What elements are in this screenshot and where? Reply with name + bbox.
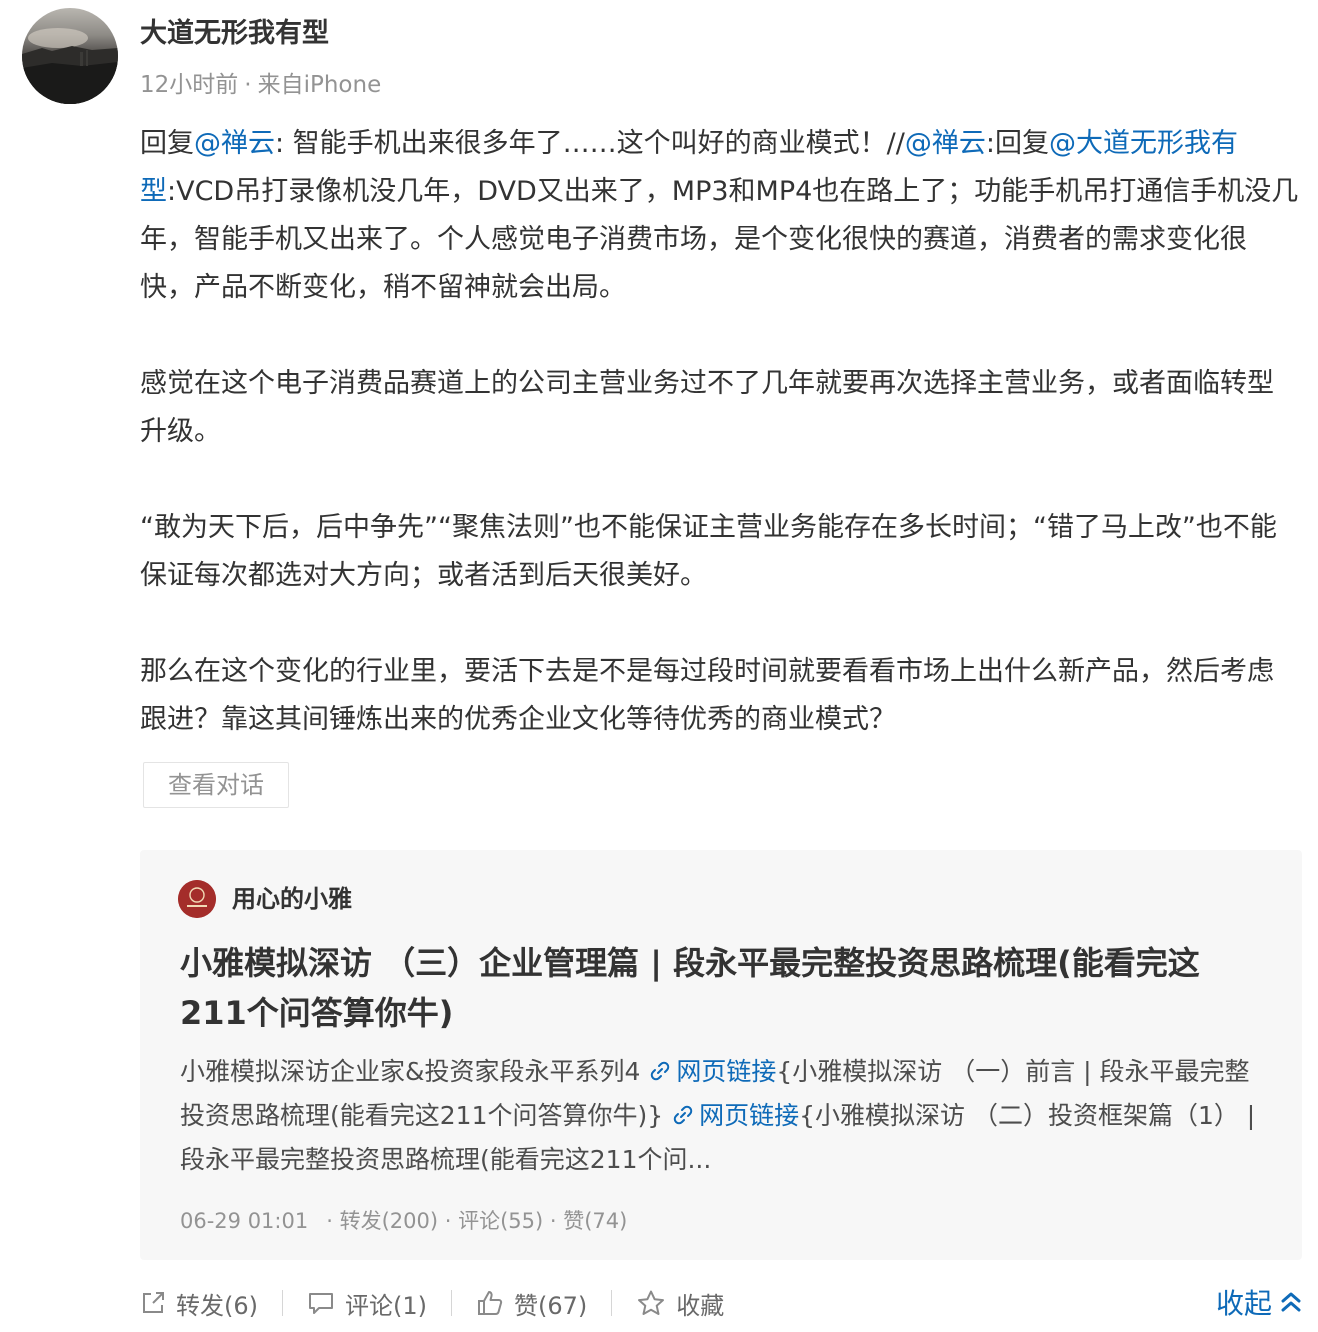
mention-link[interactable]: @禅云 — [194, 128, 275, 159]
post-text: :VCD吊打录像机没几年，DVD又出来了，MP3和MP4也在路上了；功能手机吊打… — [140, 176, 1299, 303]
post-meta: 12小时前 · 来自iPhone — [140, 70, 381, 100]
avatar-sunset-image — [22, 28, 118, 104]
post-text: :回复 — [985, 128, 1049, 159]
card-meta: 06-29 01:01 · 转发(200) · 评论(55) · 赞(74) — [180, 1206, 627, 1236]
action-divider — [611, 1290, 613, 1316]
card-title[interactable]: 小雅模拟深访 （三）企业管理篇 | 段永平最完整投资思路梳理(能看完这211个问… — [180, 938, 1260, 1038]
meta-separator: · — [244, 72, 252, 98]
like-label[interactable]: 赞(67) — [514, 1286, 587, 1321]
post-source: 来自iPhone — [257, 72, 382, 98]
comment-button[interactable]: 评论(1) — [307, 1282, 427, 1324]
view-conversation-button[interactable]: 查看对话 — [143, 762, 289, 808]
post-paragraph-3: “敢为天下后，后中争先”“聚焦法则”也不能保证主营业务能存在多长时间；“错了马上… — [140, 512, 1277, 591]
post-paragraph-4: 那么在这个变化的行业里，要活下去是不是每过段时间就要看看市场上出什么新产品，然后… — [140, 656, 1274, 735]
user-avatar[interactable] — [22, 8, 118, 104]
favorite-button[interactable]: 收藏 — [636, 1282, 724, 1324]
thumbs-up-icon — [478, 1291, 503, 1315]
web-link[interactable]: 网页链接 — [648, 1057, 776, 1086]
link-icon — [673, 1105, 693, 1125]
link-icon — [651, 1061, 670, 1081]
action-bar: 转发(6) 评论(1) 赞(67) 收藏 — [140, 1282, 724, 1324]
summary-text: 小雅模拟深访企业家&投资家段永平系列4 — [180, 1057, 649, 1086]
post-paragraph-1: 回复@禅云: 智能手机出来很多年了……这个叫好的商业模式！//@禅云:回复@大道… — [140, 120, 1300, 312]
card-author-name[interactable]: 用心的小雅 — [232, 880, 352, 918]
action-divider — [282, 1290, 283, 1316]
web-link-label[interactable]: 网页链接 — [676, 1057, 776, 1086]
post-text: : 智能手机出来很多年了……这个叫好的商业模式！// — [275, 128, 905, 159]
action-divider — [451, 1290, 452, 1316]
repost-label[interactable]: 转发(6) — [176, 1286, 258, 1321]
reply-label: 回复 — [140, 128, 194, 159]
xiaoya-logo-icon[interactable] — [178, 880, 216, 918]
quoted-article-card[interactable]: 用心的小雅 小雅模拟深访 （三）企业管理篇 | 段永平最完整投资思路梳理(能看完… — [140, 850, 1302, 1260]
card-summary: 小雅模拟深访企业家&投资家段永平系列4 网页链接{小雅模拟深访 （一）前言 | … — [180, 1050, 1260, 1182]
repost-button[interactable]: 转发(6) — [140, 1282, 258, 1324]
favorite-label[interactable]: 收藏 — [676, 1286, 724, 1321]
comment-icon — [309, 1293, 333, 1314]
like-button[interactable]: 赞(67) — [476, 1282, 587, 1324]
post-content: 回复@禅云: 智能手机出来很多年了……这个叫好的商业模式！//@禅云:回复@大道… — [140, 120, 1300, 744]
card-date[interactable]: 06-29 01:01 — [180, 1209, 308, 1233]
post-paragraph-2: 感觉在这个电子消费品赛道上的公司主营业务过不了几年就要再次选择主营业务，或者面临… — [140, 368, 1274, 447]
username[interactable]: 大道无形我有型 — [140, 16, 329, 52]
collapse-button[interactable]: 收起 — [1216, 1280, 1302, 1324]
web-link-label[interactable]: 网页链接 — [699, 1101, 799, 1130]
web-link[interactable]: 网页链接 — [671, 1101, 799, 1130]
double-chevron-up-icon — [1281, 1292, 1301, 1312]
share-icon — [143, 1292, 164, 1313]
star-icon — [638, 1290, 665, 1315]
post-time[interactable]: 12小时前 — [140, 72, 238, 98]
collapse-label[interactable]: 收起 — [1216, 1282, 1272, 1322]
comment-label[interactable]: 评论(1) — [345, 1286, 427, 1321]
card-stats: · 转发(200) · 评论(55) · 赞(74) — [326, 1209, 628, 1233]
mention-link[interactable]: @禅云 — [905, 128, 986, 159]
